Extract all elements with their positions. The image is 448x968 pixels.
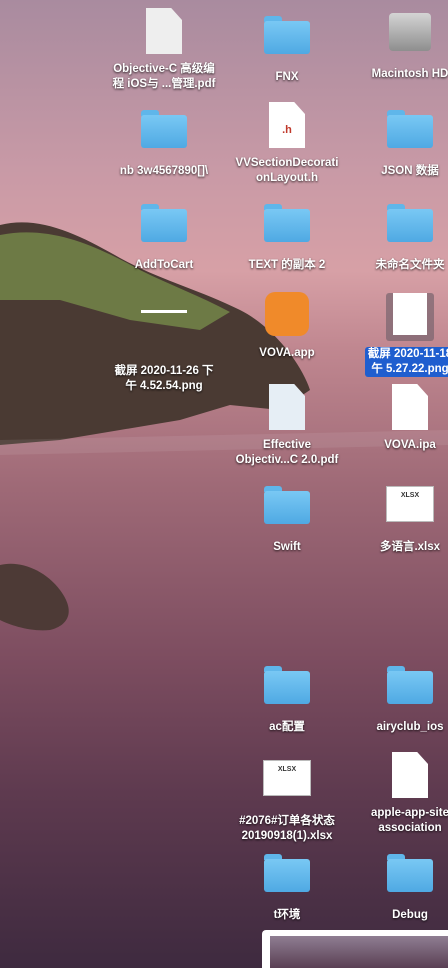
folder-icon (227, 204, 347, 252)
icon-label: Macintosh HD (371, 68, 448, 80)
folder-icon (227, 854, 347, 902)
icon-label: AddToCart (134, 259, 194, 271)
icon-label: 多语言.xlsx (379, 541, 441, 553)
desktop-icon-addtocart[interactable]: AddToCart (104, 196, 224, 273)
screenshot-thumbnail-preview[interactable] (262, 930, 448, 968)
desktop-icon-apple-app-site-association[interactable]: apple-app-site association (350, 752, 448, 836)
app-icon (227, 292, 347, 340)
desktop-icon-debug[interactable]: Debug (350, 846, 448, 923)
icon-label: Debug (392, 909, 428, 921)
icon-label: airyclub_ios (376, 721, 444, 733)
icon-label: Swift (273, 541, 301, 553)
icon-label: 截屏 2020-11-26 下 午 4.52.54.png (114, 365, 214, 392)
file-extension-label: .h (282, 124, 292, 136)
spreadsheet-icon: XLSX (350, 486, 448, 534)
desktop-icon-text-copy[interactable]: TEXT 的副本 2 (227, 196, 347, 273)
file-extension-label: XLSX (277, 766, 297, 773)
header-file-icon: .h (227, 102, 347, 150)
image-icon (350, 293, 448, 341)
icon-label: #2076#订单各状态 20190918(1).xlsx (239, 815, 335, 842)
folder-icon (350, 666, 448, 714)
pdf-icon (104, 8, 224, 56)
folder-icon (227, 666, 347, 714)
desktop-icon-ac-config[interactable]: ac配置 (227, 658, 347, 735)
desktop-icon-vova-ipa[interactable]: VOVA.ipa (350, 384, 448, 453)
desktop-icon-t-env[interactable]: t环境 (227, 846, 347, 923)
icon-label: VOVA.app (259, 347, 315, 359)
image-icon (104, 310, 224, 358)
pdf-icon (227, 384, 347, 432)
folder-icon (227, 16, 347, 64)
icon-label: VOVA.ipa (384, 439, 436, 451)
desktop-icon-multilang-xlsx[interactable]: XLSX 多语言.xlsx (350, 478, 448, 555)
desktop-icon-screenshot-1126[interactable]: 截屏 2020-11-26 下 午 4.52.54.png (104, 290, 224, 394)
icon-label: Effective Objectiv...C 2.0.pdf (235, 439, 339, 466)
icon-label: nb 3w4567890[]\ (119, 165, 209, 177)
desktop-icon-fnx[interactable]: FNX (227, 8, 347, 85)
folder-icon (350, 854, 448, 902)
icon-label: t环境 (273, 909, 301, 921)
folder-icon (104, 110, 224, 158)
icon-label: JSON 数据 (381, 165, 439, 177)
desktop-icon-screenshot-1118[interactable]: 截屏 2020-11-18 午 5.27.22.png (350, 290, 448, 377)
spreadsheet-icon: XLSX (227, 760, 347, 808)
desktop-icon-swift[interactable]: Swift (227, 478, 347, 555)
desktop-icon-nb-folder[interactable]: nb 3w4567890[]\ (104, 102, 224, 179)
icon-label: Objective-C 高级编 程 iOS与 ...管理.pdf (112, 63, 216, 90)
folder-icon (104, 204, 224, 252)
desktop-icon-vova-app[interactable]: VOVA.app (227, 290, 347, 361)
icon-label: 未命名文件夹 (375, 259, 445, 271)
file-extension-label: XLSX (400, 492, 420, 499)
icon-label-selected: 截屏 2020-11-18 午 5.27.22.png (364, 347, 448, 377)
folder-icon (227, 486, 347, 534)
icon-label: TEXT 的副本 2 (248, 259, 326, 271)
icon-label: apple-app-site association (371, 807, 448, 834)
thumbnail-image (270, 936, 448, 968)
icon-label: ac配置 (269, 721, 305, 733)
desktop-icon-airyclub-ios[interactable]: airyclub_ios (350, 658, 448, 735)
document-icon (350, 752, 448, 800)
desktop-icon-effective-objc-pdf[interactable]: Effective Objectiv...C 2.0.pdf (227, 384, 347, 468)
document-icon (350, 384, 448, 432)
desktop-icon-json[interactable]: JSON 数据 (350, 102, 448, 179)
hard-disk-icon (350, 13, 448, 61)
icon-label: FNX (275, 71, 299, 83)
desktop-icon-objc-pdf[interactable]: Objective-C 高级编 程 iOS与 ...管理.pdf (104, 8, 224, 92)
folder-icon (350, 110, 448, 158)
desktop-icon-header-file[interactable]: .h VVSectionDecorati onLayout.h (227, 102, 347, 186)
folder-icon (350, 204, 448, 252)
desktop-icon-untitled-folder[interactable]: 未命名文件夹 (350, 196, 448, 273)
desktop-icon-macintosh-hd[interactable]: Macintosh HD (350, 8, 448, 82)
desktop-icon-order-status-xlsx[interactable]: XLSX #2076#订单各状态 20190918(1).xlsx (227, 752, 347, 844)
icon-label: VVSectionDecorati onLayout.h (235, 157, 339, 184)
